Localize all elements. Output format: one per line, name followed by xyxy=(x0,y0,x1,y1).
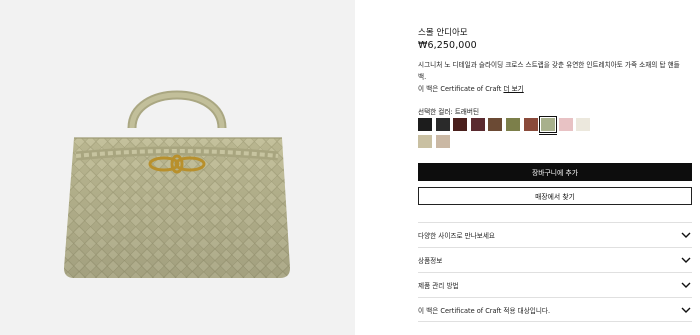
color-swatch[interactable] xyxy=(418,135,432,148)
product-description: 시그니처 노 디테일과 슬라이딩 크로스 스트랩을 갖춘 유연한 인트레치아토 … xyxy=(418,61,680,81)
chevron-down-icon xyxy=(681,232,691,238)
chevron-down-icon xyxy=(681,282,691,288)
add-to-cart-button[interactable]: 장바구니에 추가 xyxy=(418,163,692,181)
craft-text: 이 백은 Certificate of Craft xyxy=(418,85,502,93)
color-swatch[interactable] xyxy=(435,118,450,131)
color-swatch[interactable] xyxy=(488,118,503,131)
accordion-product-info[interactable]: 상품정보 xyxy=(418,247,692,272)
color-swatch[interactable] xyxy=(576,118,591,131)
craft-more-link[interactable]: 더 보기 xyxy=(503,85,523,93)
color-swatch[interactable] xyxy=(453,118,468,131)
accordion-care[interactable]: 제품 관리 방법 xyxy=(418,272,692,297)
accordion-label: 다양한 사이즈로 만나보세요 xyxy=(418,232,495,240)
color-swatch[interactable] xyxy=(558,118,573,131)
accordion-certificate[interactable]: 이 백은 Certificate of Craft 적용 대상입니다. xyxy=(418,297,692,322)
selected-color-label: 선택한 컬러: 트래버틴 xyxy=(418,108,480,116)
accordion-label: 제품 관리 방법 xyxy=(418,282,459,290)
find-in-store-button[interactable]: 매장에서 찾기 xyxy=(418,187,692,205)
accordion-label: 상품정보 xyxy=(418,257,443,265)
chevron-down-icon xyxy=(681,307,691,313)
color-swatch[interactable] xyxy=(506,118,520,131)
accordion-sizes[interactable]: 다양한 사이즈로 만나보세요 xyxy=(418,222,692,247)
product-bag-image xyxy=(0,0,355,335)
color-swatch[interactable] xyxy=(470,118,485,131)
chevron-down-icon xyxy=(681,257,691,263)
craft-note: 이 백은 Certificate of Craft 더 보기 xyxy=(418,83,524,93)
color-swatch[interactable] xyxy=(539,116,558,135)
color-swatch[interactable] xyxy=(435,135,450,148)
product-detail-panel: 스몰 안디아모 ₩6,250,000 시그니처 노 디테일과 슬라이딩 크로스 … xyxy=(418,0,692,335)
product-price: ₩6,250,000 xyxy=(418,40,477,51)
accordion-label: 이 백은 Certificate of Craft 적용 대상입니다. xyxy=(418,306,551,315)
color-swatch[interactable] xyxy=(523,118,538,131)
product-image-area xyxy=(0,0,355,335)
product-name: 스몰 안디아모 xyxy=(418,28,468,38)
color-swatch[interactable] xyxy=(418,118,432,131)
